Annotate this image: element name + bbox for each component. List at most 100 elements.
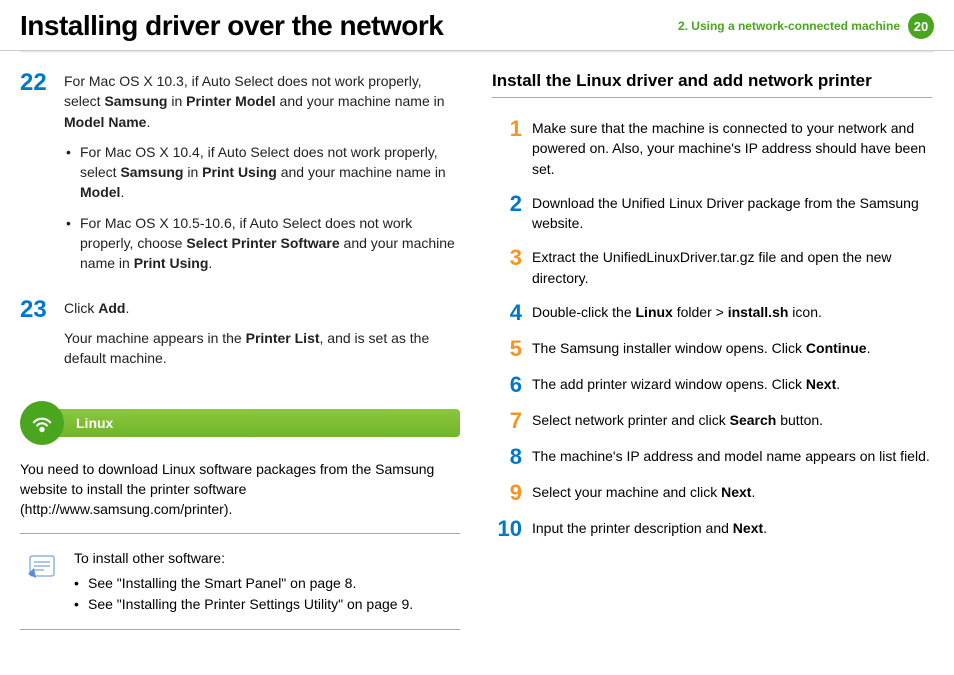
step-number: 7 xyxy=(492,410,522,432)
page-title: Installing driver over the network xyxy=(20,10,443,42)
text: icon. xyxy=(788,304,821,320)
text: . xyxy=(867,340,871,356)
text: Select your machine and click xyxy=(532,484,721,500)
bold: Printer Model xyxy=(186,93,275,109)
linux-section-band: Linux xyxy=(20,401,460,445)
text: and your machine name in xyxy=(277,164,446,180)
wifi-icon xyxy=(20,401,64,445)
step-23: 23 Click Add. Your machine appears in th… xyxy=(20,298,460,379)
r-step-6: 6 The add printer wizard window opens. C… xyxy=(492,374,932,396)
sub-list: For Mac OS X 10.4, if Auto Select does n… xyxy=(64,142,460,274)
step-body: The add printer wizard window opens. Cli… xyxy=(532,374,932,394)
list-item: See "Installing the Printer Settings Uti… xyxy=(74,594,413,615)
text: The add printer wizard window opens. Cli… xyxy=(532,376,806,392)
r-step-8: 8 The machine's IP address and model nam… xyxy=(492,446,932,468)
step-body: Select your machine and click Next. xyxy=(532,482,932,502)
step-body: Download the Unified Linux Driver packag… xyxy=(532,193,932,234)
text: . xyxy=(146,114,150,130)
text: in xyxy=(183,164,202,180)
step-body: Double-click the Linux folder > install.… xyxy=(532,302,932,322)
r-step-9: 9 Select your machine and click Next. xyxy=(492,482,932,504)
step-number: 2 xyxy=(492,193,522,215)
step-number: 10 xyxy=(492,518,522,540)
list-item: See "Installing the Smart Panel" on page… xyxy=(74,573,413,594)
bold: Next xyxy=(733,520,763,536)
text: Input the printer description and xyxy=(532,520,733,536)
step-number: 3 xyxy=(492,247,522,269)
step-body: Select network printer and click Search … xyxy=(532,410,932,430)
r-step-1: 1 Make sure that the machine is connecte… xyxy=(492,118,932,179)
step-number: 6 xyxy=(492,374,522,396)
r-step-10: 10 Input the printer description and Nex… xyxy=(492,518,932,540)
step-text: Click Add. xyxy=(64,298,460,318)
text: . xyxy=(751,484,755,500)
note-box: To install other software: See "Installi… xyxy=(20,533,460,630)
content-columns: 22 For Mac OS X 10.3, if Auto Select doe… xyxy=(0,53,954,630)
text: . xyxy=(763,520,767,536)
step-number: 8 xyxy=(492,446,522,468)
r-step-2: 2 Download the Unified Linux Driver pack… xyxy=(492,193,932,234)
step-number: 4 xyxy=(492,302,522,324)
step-body: Extract the UnifiedLinuxDriver.tar.gz fi… xyxy=(532,247,932,288)
bold: Next xyxy=(806,376,836,392)
step-text: For Mac OS X 10.3, if Auto Select does n… xyxy=(64,71,460,132)
r-step-3: 3 Extract the UnifiedLinuxDriver.tar.gz … xyxy=(492,247,932,288)
bold: Model xyxy=(80,184,120,200)
step-body: The machine's IP address and model name … xyxy=(532,446,932,466)
step-body: For Mac OS X 10.3, if Auto Select does n… xyxy=(64,71,460,284)
page-header: Installing driver over the network 2. Us… xyxy=(0,0,954,51)
text: . xyxy=(125,300,129,316)
step-number: 22 xyxy=(20,71,54,284)
step-text: Your machine appears in the Printer List… xyxy=(64,328,460,369)
text: . xyxy=(836,376,840,392)
text: Click xyxy=(64,300,98,316)
text: in xyxy=(167,93,186,109)
right-heading: Install the Linux driver and add network… xyxy=(492,71,932,98)
bold: install.sh xyxy=(728,304,789,320)
bold: Printer List xyxy=(246,330,320,346)
note-list: See "Installing the Smart Panel" on page… xyxy=(74,573,413,615)
note-icon xyxy=(24,548,60,589)
step-number: 9 xyxy=(492,482,522,504)
text: . xyxy=(120,184,124,200)
left-column: 22 For Mac OS X 10.3, if Auto Select doe… xyxy=(20,71,460,630)
bold: Add xyxy=(98,300,125,316)
bold: Search xyxy=(730,412,777,428)
step-body: The Samsung installer window opens. Clic… xyxy=(532,338,932,358)
r-step-5: 5 The Samsung installer window opens. Cl… xyxy=(492,338,932,360)
step-number: 23 xyxy=(20,298,54,379)
bold: Linux xyxy=(636,304,673,320)
text: Double-click the xyxy=(532,304,636,320)
step-number: 1 xyxy=(492,118,522,140)
step-22: 22 For Mac OS X 10.3, if Auto Select doe… xyxy=(20,71,460,284)
text: Select network printer and click xyxy=(532,412,730,428)
text: Your machine appears in the xyxy=(64,330,246,346)
text: . xyxy=(208,255,212,271)
r-step-7: 7 Select network printer and click Searc… xyxy=(492,410,932,432)
text: folder > xyxy=(673,304,728,320)
bold: Continue xyxy=(806,340,867,356)
bold: Print Using xyxy=(202,164,277,180)
page-number-badge: 20 xyxy=(908,13,934,39)
header-right: 2. Using a network-connected machine 20 xyxy=(678,13,934,39)
bold: Samsung xyxy=(120,164,183,180)
chapter-label: 2. Using a network-connected machine xyxy=(678,19,900,33)
note-intro: To install other software: xyxy=(74,548,413,569)
linux-label: Linux xyxy=(58,409,460,437)
bold: Samsung xyxy=(104,93,167,109)
step-body: Click Add. Your machine appears in the P… xyxy=(64,298,460,379)
bold: Select Printer Software xyxy=(186,235,339,251)
bold: Model Name xyxy=(64,114,146,130)
text: button. xyxy=(776,412,823,428)
step-number: 5 xyxy=(492,338,522,360)
text: The Samsung installer window opens. Clic… xyxy=(532,340,806,356)
bold: Next xyxy=(721,484,751,500)
step-body: Make sure that the machine is connected … xyxy=(532,118,932,179)
text: and your machine name in xyxy=(276,93,445,109)
list-item: For Mac OS X 10.4, if Auto Select does n… xyxy=(66,142,460,203)
note-content: To install other software: See "Installi… xyxy=(74,548,413,615)
step-body: Input the printer description and Next. xyxy=(532,518,932,538)
list-item: For Mac OS X 10.5-10.6, if Auto Select d… xyxy=(66,213,460,274)
bold: Print Using xyxy=(134,255,209,271)
linux-body-text: You need to download Linux software pack… xyxy=(20,459,460,520)
